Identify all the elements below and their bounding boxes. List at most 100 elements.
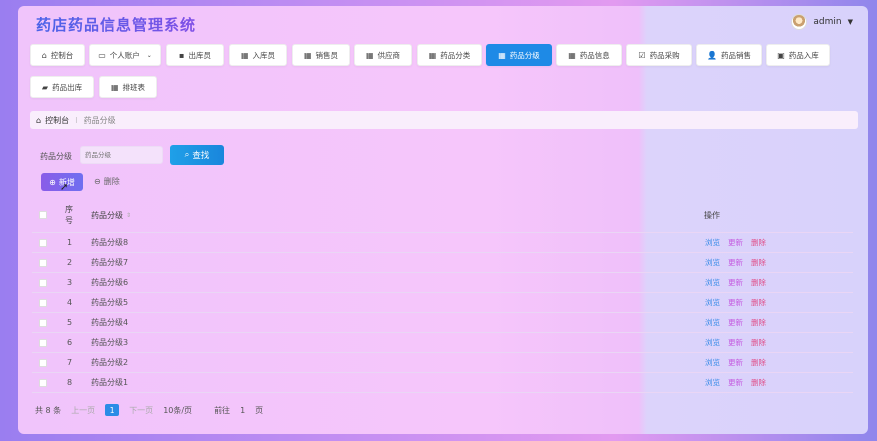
table-row: 7 药品分级2 浏览 更新 删除 — [32, 353, 853, 373]
nav-item-12[interactable]: ▰ 药品出库 — [30, 76, 94, 98]
row-name: 药品分级5 — [91, 298, 129, 307]
user-menu[interactable]: admin ▼ — [791, 14, 853, 30]
pager-goto-input[interactable]: 1 — [240, 406, 245, 415]
search-input[interactable] — [80, 146, 163, 164]
search-button[interactable]: ⌕ 查找 — [170, 145, 224, 165]
view-link[interactable]: 浏览 — [705, 337, 720, 348]
pager-prev[interactable]: 上一页 — [71, 405, 95, 416]
row-index: 7 — [67, 358, 73, 367]
nav-item-1[interactable]: ▭ 个人账户 ⌄ — [89, 44, 161, 66]
grid-icon: ▦ — [240, 50, 249, 60]
row-index: 3 — [67, 278, 73, 287]
nav-item-13[interactable]: ▦ 排班表 — [99, 76, 157, 98]
nav-item-8[interactable]: ▦ 药品信息 — [556, 44, 622, 66]
checkbox-icon: ☑ — [638, 50, 646, 60]
row-checkbox[interactable] — [39, 338, 47, 347]
chevron-down-icon: ⌄ — [146, 51, 152, 59]
view-link[interactable]: 浏览 — [705, 237, 720, 248]
pager-page-current[interactable]: 1 — [105, 404, 120, 416]
header-index: 序号 — [65, 205, 73, 225]
nav-item-5[interactable]: ▦ 供应商 — [354, 44, 412, 66]
delete-link[interactable]: 删除 — [751, 277, 766, 288]
nav-item-2[interactable]: ▪ 出库员 — [166, 44, 224, 66]
row-index: 5 — [67, 318, 73, 327]
delete-link[interactable]: 删除 — [751, 317, 766, 328]
update-link[interactable]: 更新 — [728, 337, 743, 348]
view-link[interactable]: 浏览 — [705, 377, 720, 388]
table-row: 4 药品分级5 浏览 更新 删除 — [32, 293, 853, 313]
nav-item-7[interactable]: ▦ 药品分级 — [486, 44, 552, 66]
nav-item-6[interactable]: ▦ 药品分类 — [417, 44, 482, 66]
nav-item-3[interactable]: ▦ 入库员 — [229, 44, 287, 66]
nav-item-4[interactable]: ▦ 销售员 — [292, 44, 350, 66]
pager-page-size[interactable]: 10条/页 — [163, 405, 192, 416]
row-checkbox[interactable] — [39, 358, 47, 367]
home-icon: ⌂ — [36, 115, 42, 125]
table-row: 2 药品分级7 浏览 更新 删除 — [32, 253, 853, 273]
delete-link[interactable]: 删除 — [751, 297, 766, 308]
minus-circle-icon: ⊖ — [94, 177, 101, 186]
delete-button[interactable]: ⊖ 删除 — [94, 176, 120, 187]
update-link[interactable]: 更新 — [728, 377, 743, 388]
pager-next[interactable]: 下一页 — [129, 405, 153, 416]
update-link[interactable]: 更新 — [728, 237, 743, 248]
update-link[interactable]: 更新 — [728, 357, 743, 368]
select-all-checkbox[interactable] — [39, 211, 47, 219]
nav-item-label: 个人账户 — [109, 50, 140, 60]
app-title: 药店药品信息管理系统 — [36, 16, 197, 34]
update-link[interactable]: 更新 — [728, 297, 743, 308]
delete-link[interactable]: 删除 — [751, 257, 766, 268]
update-link[interactable]: 更新 — [728, 317, 743, 328]
view-link[interactable]: 浏览 — [705, 277, 720, 288]
nav-item-label: 药品入库 — [788, 50, 819, 60]
pager-goto-unit: 页 — [255, 405, 264, 415]
breadcrumb: ⌂ 控制台 ⁝ 药品分级 — [30, 111, 858, 129]
home-icon: ⌂ — [41, 50, 47, 60]
nav-item-label: 出库员 — [188, 50, 211, 60]
view-link[interactable]: 浏览 — [705, 297, 720, 308]
delete-link[interactable]: 删除 — [751, 237, 766, 248]
nav-item-10[interactable]: 👤 药品销售 — [696, 44, 762, 66]
row-checkbox[interactable] — [39, 278, 47, 287]
row-name: 药品分级7 — [91, 258, 129, 267]
breadcrumb-home[interactable]: 控制台 — [45, 115, 69, 126]
grid-icon: ▦ — [365, 50, 374, 60]
update-link[interactable]: 更新 — [728, 257, 743, 268]
delete-link[interactable]: 删除 — [751, 357, 766, 368]
nav-item-0[interactable]: ⌂ 控制台 — [30, 44, 85, 66]
row-checkbox[interactable] — [39, 298, 47, 307]
nav-item-9[interactable]: ☑ 药品采购 — [626, 44, 692, 66]
view-link[interactable]: 浏览 — [705, 357, 720, 368]
grid-icon: ▦ — [498, 50, 506, 60]
truck-icon: ▰ — [41, 82, 49, 92]
table-header: 序号 药品分级 ⇕ 操作 — [32, 198, 853, 233]
header-name-label: 药品分级 — [91, 210, 123, 220]
row-checkbox[interactable] — [39, 378, 47, 387]
delete-link[interactable]: 删除 — [751, 377, 766, 388]
row-checkbox[interactable] — [39, 318, 47, 327]
view-link[interactable]: 浏览 — [705, 257, 720, 268]
row-index: 1 — [67, 238, 73, 247]
avatar — [791, 14, 808, 30]
delete-button-label: 删除 — [103, 177, 120, 186]
nav-item-label: 药品采购 — [649, 50, 680, 60]
row-index: 6 — [67, 338, 73, 347]
row-name: 药品分级6 — [91, 278, 129, 287]
grid-icon: ▦ — [110, 82, 119, 92]
view-link[interactable]: 浏览 — [705, 317, 720, 328]
nav-item-11[interactable]: ▣ 药品入库 — [766, 44, 830, 66]
row-index: 8 — [67, 378, 73, 387]
delete-link[interactable]: 删除 — [751, 337, 766, 348]
mouse-cursor-icon: ➚ — [60, 182, 69, 193]
user-name: admin — [813, 17, 842, 27]
header-name[interactable]: 药品分级 ⇕ — [91, 198, 131, 232]
nav-item-label: 控制台 — [50, 50, 74, 60]
table-row: 1 药品分级8 浏览 更新 删除 — [32, 233, 853, 253]
nav-item-label: 供应商 — [377, 50, 401, 60]
pagination: 共 8 条 上一页 1 下一页 10条/页 前往 1 页 — [35, 404, 273, 416]
pager-total: 共 8 条 — [35, 405, 62, 415]
row-name: 药品分级1 — [91, 378, 129, 387]
row-checkbox[interactable] — [39, 238, 47, 247]
update-link[interactable]: 更新 — [728, 277, 743, 288]
row-checkbox[interactable] — [39, 258, 47, 267]
